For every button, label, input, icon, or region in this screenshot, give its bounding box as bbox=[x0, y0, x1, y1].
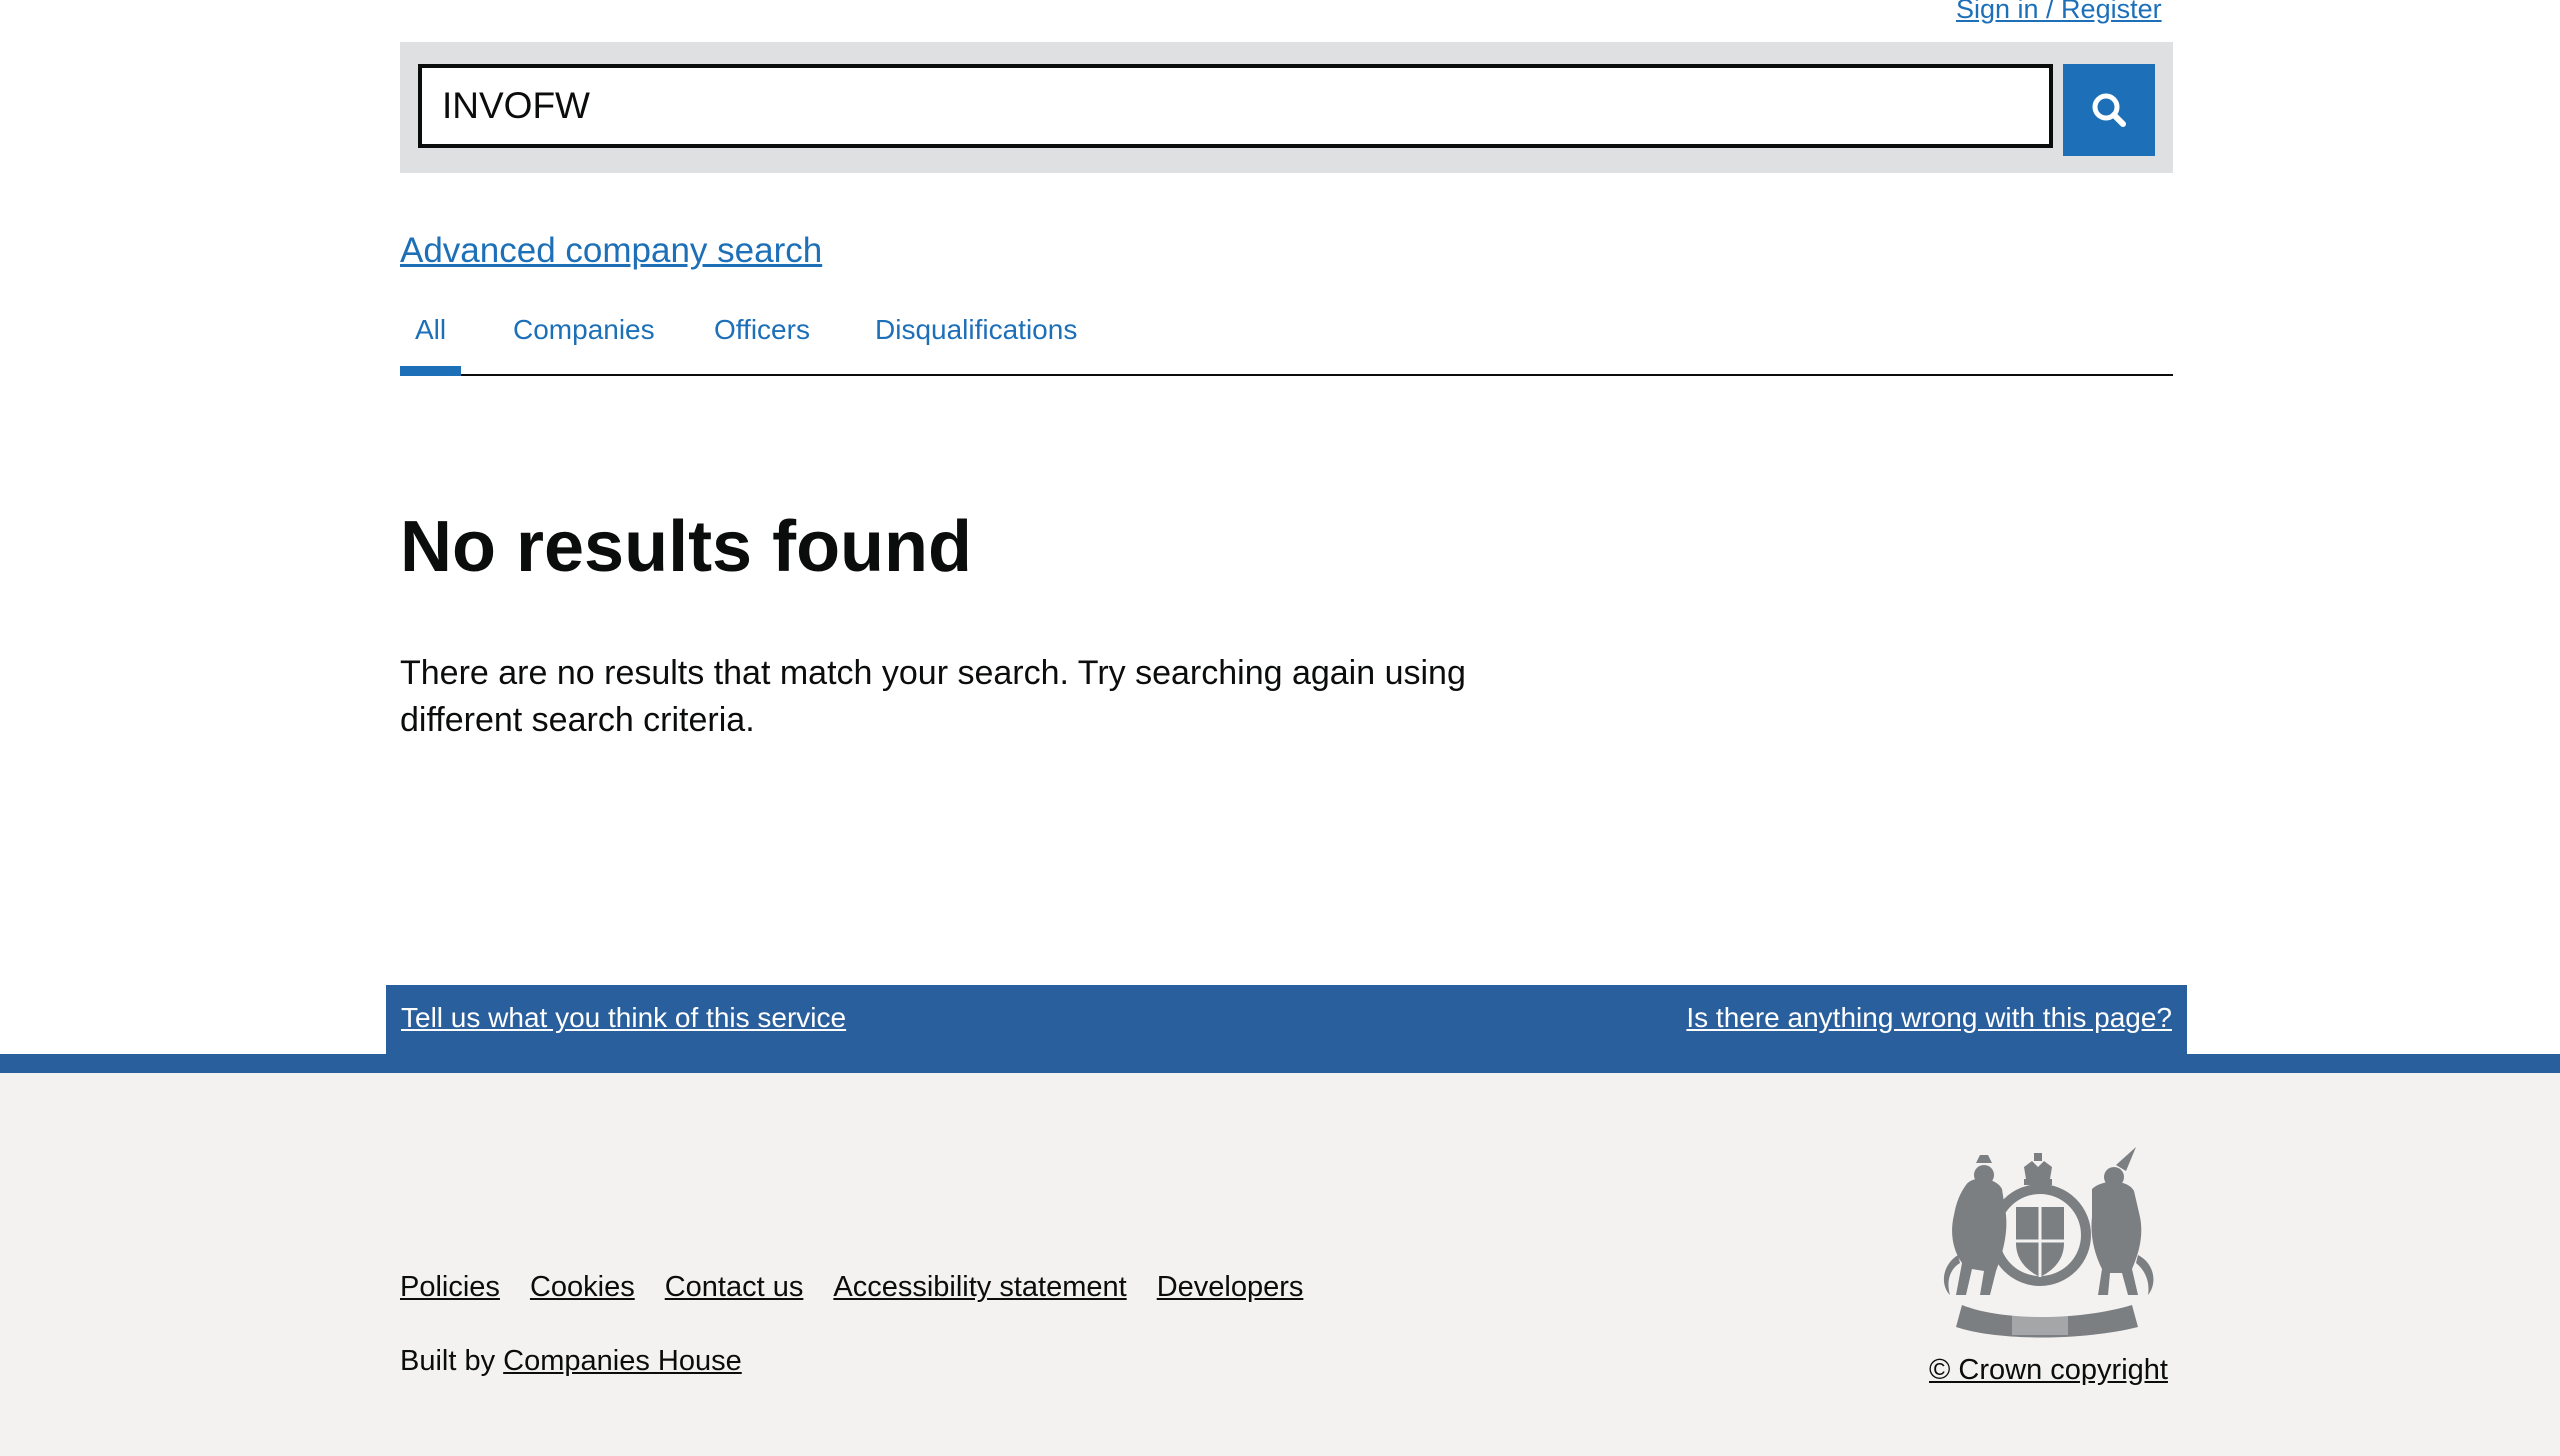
tab-all[interactable]: All bbox=[415, 312, 446, 348]
feedback-bar: Tell us what you think of this service I… bbox=[386, 985, 2187, 1055]
search-panel bbox=[400, 42, 2173, 173]
tab-officers[interactable]: Officers bbox=[714, 312, 810, 348]
footer-link-accessibility-statement[interactable]: Accessibility statement bbox=[833, 1271, 1126, 1303]
crown-copyright-link[interactable]: © Crown copyright bbox=[1929, 1351, 2168, 1389]
feedback-link[interactable]: Tell us what you think of this service bbox=[401, 1000, 846, 1036]
active-tab-indicator bbox=[400, 366, 461, 376]
built-by-text: Built by Companies House bbox=[400, 1342, 742, 1380]
footer-link-contact-us[interactable]: Contact us bbox=[665, 1271, 804, 1303]
search-input[interactable] bbox=[418, 64, 2053, 148]
advanced-company-search-link[interactable]: Advanced company search bbox=[400, 228, 822, 274]
tab-disqualifications[interactable]: Disqualifications bbox=[875, 312, 1077, 348]
footer-link-cookies[interactable]: Cookies bbox=[530, 1271, 635, 1303]
footer: Policies Cookies Contact us Accessibility s… bbox=[0, 1073, 2560, 1456]
footer-link-policies[interactable]: Policies bbox=[400, 1271, 500, 1303]
search-category-tabs: All Companies Officers Disqualifications bbox=[400, 300, 2173, 376]
companies-house-link[interactable]: Companies House bbox=[503, 1345, 742, 1377]
built-by-prefix: Built by bbox=[400, 1345, 496, 1377]
footer-link-developers[interactable]: Developers bbox=[1157, 1271, 1304, 1303]
page-title: No results found bbox=[400, 507, 972, 587]
tab-companies[interactable]: Companies bbox=[513, 312, 655, 348]
search-icon bbox=[2092, 93, 2126, 127]
search-button[interactable] bbox=[2063, 64, 2155, 156]
no-results-message: There are no results that match your sea… bbox=[400, 654, 1466, 739]
footer-links: Policies Cookies Contact us Accessibility s… bbox=[400, 1268, 1333, 1306]
royal-coat-of-arms-icon bbox=[1943, 1147, 2154, 1338]
feedback-divider bbox=[0, 1054, 2560, 1073]
report-problem-link[interactable]: Is there anything wrong with this page? bbox=[1686, 1000, 2172, 1036]
sign-in-register-link[interactable]: Sign in / Register bbox=[1956, 0, 2162, 26]
